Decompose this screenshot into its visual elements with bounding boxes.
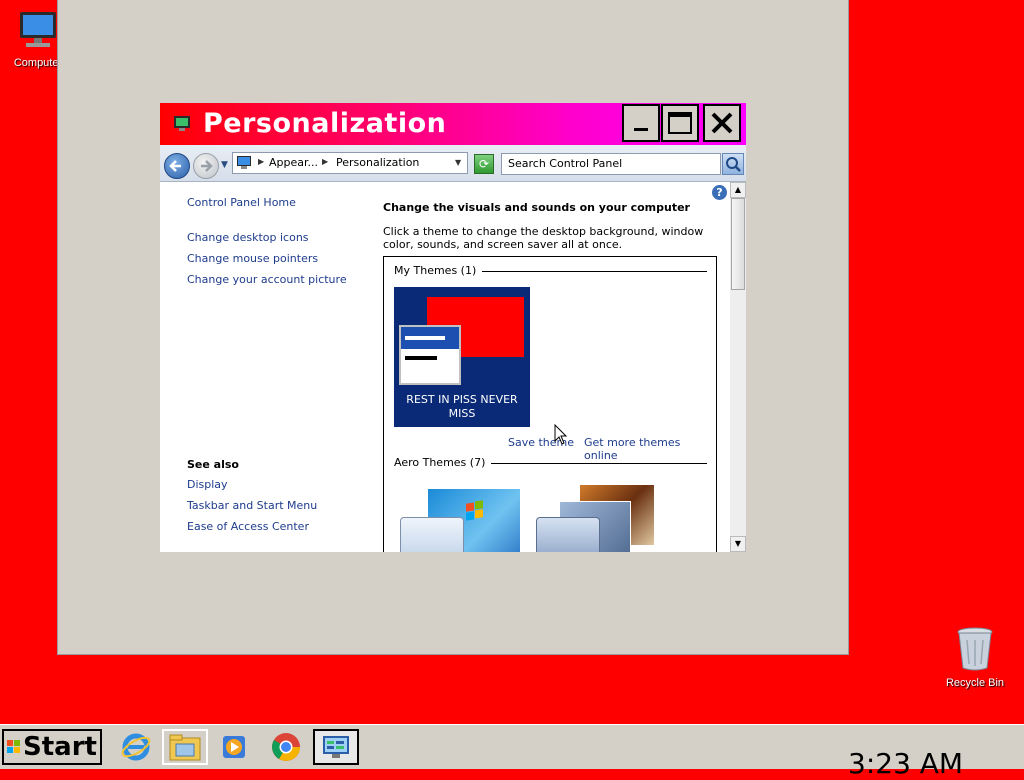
help-icon[interactable]: ? — [712, 185, 727, 200]
themes-list: My Themes (1) REST IN PISS NEVER MISS Sa… — [383, 256, 717, 552]
taskbar: Start 3:23 AM — [0, 724, 1024, 780]
address-field[interactable]: ▶ Appear... ▶ Personalization ▼ — [232, 152, 468, 174]
breadcrumb-arrow-icon[interactable]: ▶ — [322, 157, 328, 166]
display-link[interactable]: Display — [187, 478, 228, 491]
control-panel-icon — [323, 736, 349, 758]
breadcrumb-appearance[interactable]: Appear... — [269, 156, 318, 169]
start-label: Start — [23, 732, 97, 762]
taskbar-control-panel[interactable] — [313, 729, 359, 765]
scroll-up-arrow-icon[interactable]: ▲ — [730, 182, 746, 198]
change-account-picture-link[interactable]: Change your account picture — [187, 273, 347, 286]
breadcrumb-personalization[interactable]: Personalization — [336, 156, 419, 169]
control-panel-address-icon — [236, 155, 252, 174]
see-also-heading: See also — [187, 458, 239, 471]
scroll-down-arrow-icon[interactable]: ▼ — [730, 536, 746, 552]
change-mouse-pointers-link[interactable]: Change mouse pointers — [187, 252, 318, 265]
maximize-icon — [668, 112, 692, 134]
windows-flag-icon — [7, 740, 20, 753]
control-panel-home-link[interactable]: Control Panel Home — [187, 196, 296, 209]
taskbar-windows-explorer[interactable] — [162, 729, 208, 765]
recycle-bin-icon — [957, 627, 993, 671]
taskbar-clock[interactable]: 3:23 AM — [848, 747, 963, 780]
internet-explorer-icon — [121, 733, 151, 761]
forward-button[interactable] — [193, 153, 219, 179]
taskbar-start-menu-link[interactable]: Taskbar and Start Menu — [187, 499, 317, 512]
personalization-window: Personalization ▼ ▶ Appear... ▶ Personal… — [160, 103, 746, 552]
address-bar: ▼ ▶ Appear... ▶ Personalization ▼ ⟳ Sear… — [160, 145, 746, 182]
desktop-recycle-bin-icon[interactable]: Recycle Bin — [944, 626, 1006, 689]
scroll-thumb[interactable] — [731, 198, 745, 290]
refresh-icon: ⟳ — [478, 157, 490, 171]
page-description: Click a theme to change the desktop back… — [383, 225, 704, 251]
window-title: Personalization — [203, 108, 447, 139]
back-button[interactable] — [164, 153, 190, 179]
minimize-icon — [634, 128, 648, 131]
chrome-icon — [272, 733, 300, 761]
start-button[interactable]: Start — [2, 729, 102, 765]
breadcrumb-arrow-icon[interactable]: ▶ — [258, 157, 264, 166]
mouse-cursor-icon — [554, 424, 568, 445]
recent-pages-dropdown-icon[interactable]: ▼ — [221, 160, 228, 170]
close-icon — [711, 112, 733, 134]
close-button[interactable] — [703, 104, 741, 142]
title-bar[interactable]: Personalization — [160, 103, 746, 145]
address-dropdown-icon[interactable]: ▼ — [455, 158, 461, 167]
change-desktop-icons-link[interactable]: Change desktop icons — [187, 231, 309, 244]
back-arrow-icon — [169, 160, 181, 172]
computer-icon — [20, 12, 56, 47]
taskbar-internet-explorer[interactable] — [113, 729, 159, 765]
maximize-button[interactable] — [661, 104, 699, 142]
media-player-icon — [223, 736, 245, 758]
windows-explorer-icon — [169, 734, 201, 761]
my-theme-tile[interactable]: REST IN PISS NEVER MISS — [394, 287, 530, 427]
search-icon — [726, 157, 741, 172]
page-heading: Change the visuals and sounds on your co… — [383, 201, 690, 214]
search-button[interactable] — [722, 153, 744, 175]
my-themes-group-title: My Themes (1) — [394, 264, 483, 277]
taskbar-media-player[interactable] — [211, 729, 257, 765]
minimize-button[interactable] — [622, 104, 660, 142]
theme-preview-window — [399, 325, 461, 385]
my-theme-name: REST IN PISS NEVER MISS — [406, 393, 518, 420]
aero-themes-group-title: Aero Themes (7) — [394, 456, 492, 469]
refresh-button[interactable]: ⟳ — [474, 154, 494, 174]
search-placeholder: Search Control Panel — [508, 157, 623, 170]
search-input[interactable]: Search Control Panel — [501, 153, 721, 175]
aero-theme-windows7-window — [400, 517, 464, 552]
left-task-pane: Control Panel Home Change desktop icons … — [160, 182, 375, 552]
ease-of-access-link[interactable]: Ease of Access Center — [187, 520, 309, 533]
forward-arrow-icon — [201, 160, 213, 172]
taskbar-chrome[interactable] — [263, 729, 309, 765]
aero-theme-architecture-window — [536, 517, 600, 552]
get-more-themes-link[interactable]: Get more themes online — [584, 436, 716, 462]
desktop-icon-label: Recycle Bin — [945, 677, 1005, 689]
control-panel-title-icon — [173, 115, 191, 136]
vertical-scrollbar[interactable]: ▲ ▼ — [730, 182, 746, 552]
